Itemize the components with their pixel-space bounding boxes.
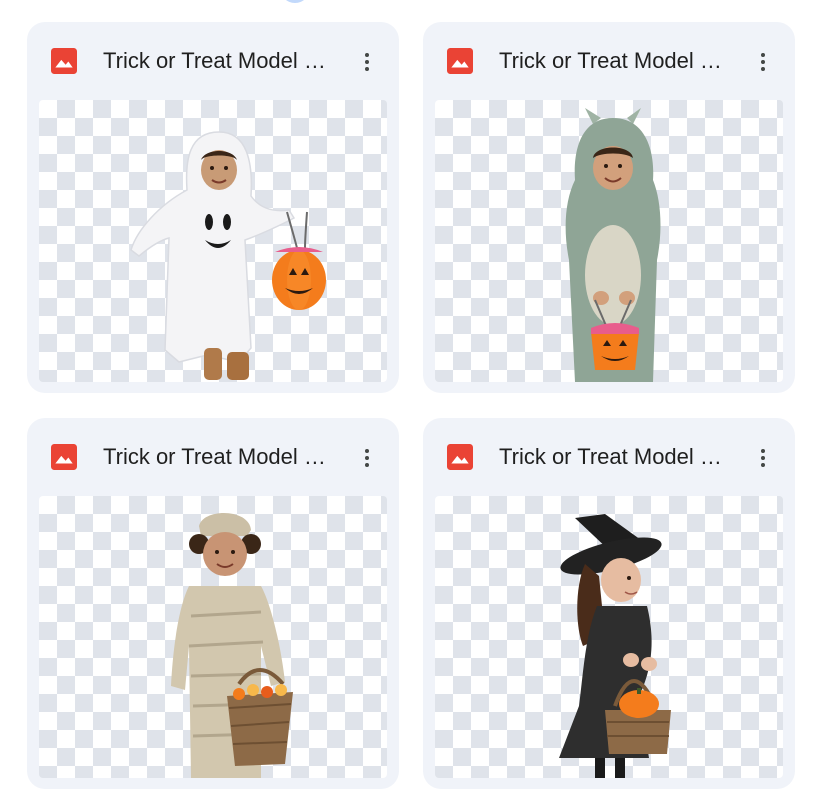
- mummy-costume-child-image: [171, 512, 293, 778]
- file-card-header: Trick or Treat Model Ghost.png: [27, 22, 399, 100]
- file-thumbnail[interactable]: [39, 496, 387, 778]
- file-title: Trick or Treat Model Ghost.png: [103, 48, 333, 73]
- image-file-icon: [51, 444, 77, 470]
- more-vert-icon: [761, 449, 765, 467]
- more-vert-icon: [761, 53, 765, 71]
- file-title: Trick or Treat Model Witch.png: [499, 444, 729, 469]
- image-file-icon: [51, 48, 77, 74]
- more-options-button[interactable]: [349, 44, 385, 80]
- witch-costume-child-image: [559, 514, 671, 778]
- more-options-button[interactable]: [349, 440, 385, 476]
- more-vert-icon: [365, 449, 369, 467]
- file-card-header: Trick or Treat Model Witch.png: [423, 418, 795, 496]
- image-file-icon: [447, 48, 473, 74]
- more-options-button[interactable]: [745, 44, 781, 80]
- file-title: Trick or Treat Model Monster.png: [499, 48, 729, 73]
- ghost-costume-child-image: [130, 131, 326, 380]
- monster-costume-child-image: [565, 108, 661, 382]
- file-card[interactable]: Trick or Treat Model Mummy.png: [27, 418, 399, 789]
- more-options-button[interactable]: [745, 440, 781, 476]
- file-card-header: Trick or Treat Model Monster.png: [423, 22, 795, 100]
- avatar: [280, 0, 310, 3]
- file-card-header: Trick or Treat Model Mummy.png: [27, 418, 399, 496]
- image-file-icon: [447, 444, 473, 470]
- file-title: Trick or Treat Model Mummy.png: [103, 444, 333, 469]
- file-thumbnail[interactable]: [39, 100, 387, 382]
- file-thumbnail[interactable]: [435, 496, 783, 778]
- file-card[interactable]: Trick or Treat Model Monster.png: [423, 22, 795, 393]
- file-card[interactable]: Trick or Treat Model Witch.png: [423, 418, 795, 789]
- more-vert-icon: [365, 53, 369, 71]
- file-card[interactable]: Trick or Treat Model Ghost.png: [27, 22, 399, 393]
- file-thumbnail[interactable]: [435, 100, 783, 382]
